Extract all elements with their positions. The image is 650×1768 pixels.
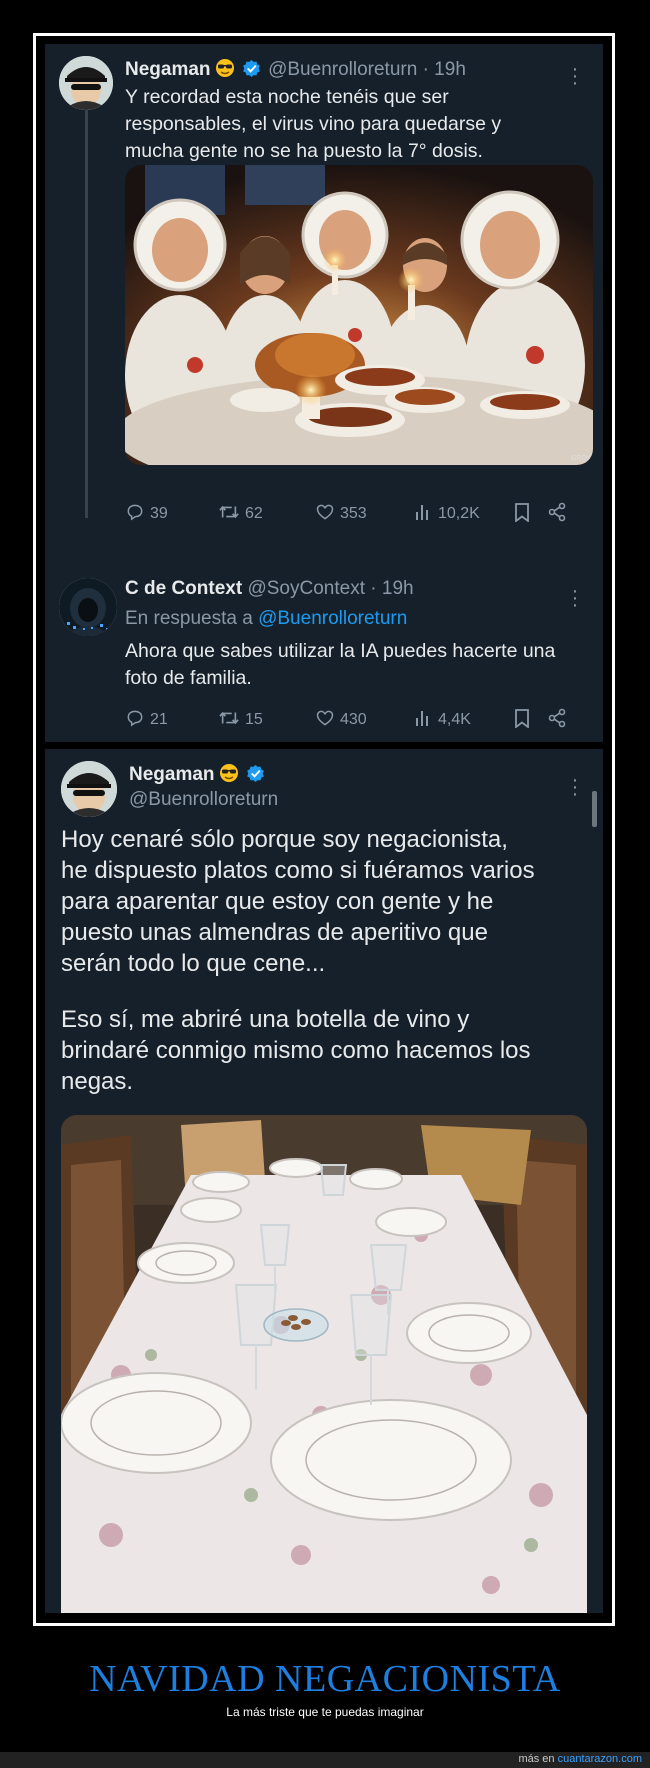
timestamp[interactable]: · 19h [370, 578, 413, 599]
reply-icon [125, 708, 145, 733]
views-button[interactable]: 4,4K [415, 708, 471, 733]
screenshot-frame: Negaman @Buenrolloreturn · 19h · · · Y rec… [33, 33, 615, 1626]
site-link[interactable]: cuantarazon.com [558, 1753, 642, 1765]
share-icon [547, 502, 567, 527]
repost-count: 15 [245, 711, 263, 728]
views-button[interactable]: 10,2K [415, 502, 480, 527]
site-footer: más en cuantarazon.com [518, 1753, 642, 1765]
views-icon [415, 708, 433, 733]
like-icon [315, 708, 335, 733]
views-icon [415, 502, 433, 527]
reply-button[interactable]: 39 [125, 502, 168, 527]
tweet-header: Negaman @Buenrolloreturn · 19h [125, 58, 466, 84]
handle[interactable]: @SoyContext [247, 578, 365, 599]
reply-icon [125, 502, 145, 527]
sunglasses-emoji-icon [219, 763, 239, 789]
reply-count: 21 [150, 711, 168, 728]
bookmark-button[interactable] [513, 708, 531, 733]
display-name[interactable]: Negaman [129, 764, 215, 785]
handle[interactable]: @Buenrolloreturn [129, 789, 278, 811]
share-icon [547, 708, 567, 733]
scrollbar[interactable] [592, 791, 597, 827]
like-count: 430 [340, 711, 367, 728]
like-button[interactable]: 430 [315, 708, 367, 733]
sunglasses-emoji-icon [215, 58, 235, 84]
bookmark-icon [513, 708, 531, 733]
tweet-paragraph-1: Hoy cenaré sólo porque soy negacionista,… [61, 826, 535, 977]
reply-count: 39 [150, 505, 168, 522]
reply-button[interactable]: 21 [125, 708, 168, 733]
verified-icon [246, 764, 265, 789]
repost-icon [218, 502, 240, 527]
bookmark-button[interactable] [513, 502, 531, 527]
action-bar: 21 15 430 4,4K [125, 708, 595, 732]
ai-family-photo[interactable]: GROK [125, 165, 593, 465]
tweet-detail-panel: Negaman @Buenrolloreturn · · · Hoy cenaré … [45, 749, 603, 1613]
image-watermark: GROK [571, 454, 592, 462]
views-count: 10,2K [438, 505, 480, 522]
like-count: 353 [340, 505, 367, 522]
repost-button[interactable]: 62 [218, 502, 263, 527]
share-button[interactable] [547, 708, 567, 733]
verified-icon [242, 59, 261, 84]
tweet-text: Ahora que sabes utilizar la IA puedes ha… [125, 640, 556, 689]
reply-handle-link[interactable]: @Buenrolloreturn [258, 608, 407, 629]
views-count: 4,4K [438, 711, 471, 728]
like-button[interactable]: 353 [315, 502, 367, 527]
thread-panel: Negaman @Buenrolloreturn · 19h · · · Y rec… [45, 44, 603, 742]
timestamp[interactable]: · 19h [423, 59, 466, 80]
avatar[interactable] [59, 578, 117, 636]
repost-count: 62 [245, 505, 263, 522]
more-icon[interactable]: · · · [570, 770, 580, 804]
tweet-paragraph-2: Eso sí, me abriré una botella de vino y … [61, 1006, 531, 1095]
avatar[interactable] [61, 761, 117, 817]
display-name[interactable]: C de Context [125, 578, 242, 599]
caption-subtitle: La más triste que te puedas imaginar [226, 1705, 424, 1719]
more-icon[interactable]: · · · [570, 59, 580, 93]
reply-prefix: En respuesta a [125, 608, 253, 629]
thread-connector [85, 108, 88, 518]
display-name[interactable]: Negaman [125, 59, 211, 80]
footer-prefix: más en [518, 1753, 555, 1765]
tweet-header: Negaman [129, 763, 267, 789]
avatar[interactable] [59, 56, 113, 110]
share-button[interactable] [547, 502, 567, 527]
handle[interactable]: @Buenrolloreturn [268, 59, 417, 80]
repost-icon [218, 708, 240, 733]
tweet-header: C de Context @SoyContext · 19h [125, 578, 414, 600]
like-icon [315, 502, 335, 527]
table-setting-photo[interactable] [61, 1115, 587, 1613]
action-bar: 39 62 353 10,2K [125, 502, 595, 526]
tweet-text: Y recordad esta noche tenéis que ser res… [125, 86, 502, 162]
reply-context: En respuesta a @Buenrolloreturn [125, 608, 407, 630]
repost-button[interactable]: 15 [218, 708, 263, 733]
more-icon[interactable]: · · · [570, 581, 580, 615]
caption-title: NAVIDAD NEGACIONISTA [89, 1658, 561, 1700]
bookmark-icon [513, 502, 531, 527]
